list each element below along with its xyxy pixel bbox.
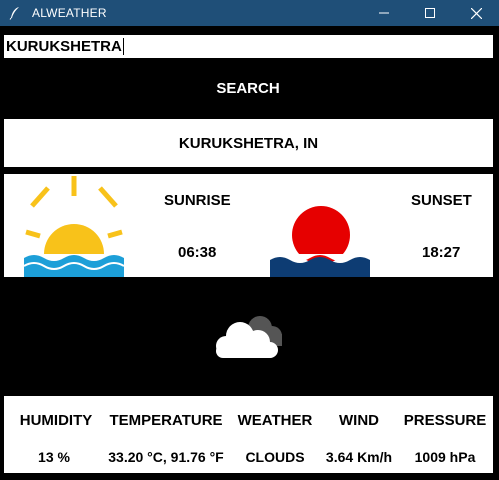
sun-times-panel: SUNRISE 06:38 SUNSET 18:27 [4, 174, 493, 277]
feather-icon [9, 7, 19, 20]
weather-label: WEATHER [237, 412, 313, 429]
pressure-label: PRESSURE [403, 412, 487, 429]
sunset-label: SUNSET [411, 192, 472, 209]
pressure-value: 1009 hPa [414, 449, 476, 465]
minimize-icon [379, 12, 389, 14]
partly-cloudy-icon [216, 316, 282, 358]
humidity-label: HUMIDITY [19, 412, 93, 429]
search-input-value: KURUKSHETRA [6, 38, 122, 55]
sunrise-icon [23, 176, 125, 277]
title-bar: ALWEATHER [0, 0, 499, 26]
humidity-value: 13 % [38, 449, 70, 465]
window-title: ALWEATHER [32, 6, 107, 20]
weather-value: CLOUDS [245, 449, 305, 465]
minimize-button[interactable] [361, 0, 407, 26]
wind-value: 3.64 Km/h [325, 449, 393, 465]
sunset-icon [270, 206, 370, 277]
sunrise-time: 06:38 [178, 244, 217, 261]
weather-stats-panel: HUMIDITY TEMPERATURE WEATHER WIND PRESSU… [4, 396, 493, 473]
location-label-box: KURUKSHETRA, IN [4, 119, 493, 167]
sunrise-label: SUNRISE [164, 192, 231, 209]
text-caret [122, 38, 124, 55]
location-label: KURUKSHETRA, IN [178, 134, 319, 152]
wind-label: WIND [339, 412, 379, 429]
maximize-icon [425, 8, 435, 18]
search-button[interactable]: SEARCH [188, 76, 308, 102]
sunset-time: 18:27 [422, 244, 461, 261]
temperature-label: TEMPERATURE [109, 412, 223, 429]
search-input[interactable]: KURUKSHETRA [4, 35, 493, 58]
close-icon [470, 7, 482, 19]
close-button[interactable] [453, 0, 499, 26]
maximize-button[interactable] [407, 0, 453, 26]
temperature-value: 33.20 °C, 91.76 °F [108, 449, 224, 465]
